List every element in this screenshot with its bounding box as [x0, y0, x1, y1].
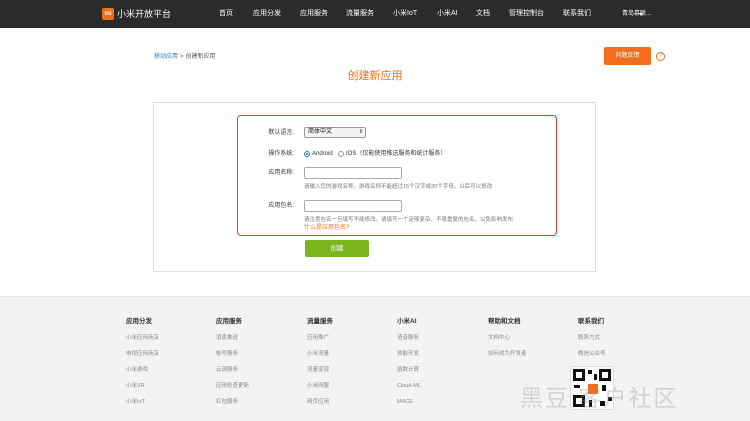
nav-app-distribution[interactable]: 应用分发	[253, 9, 281, 19]
footer-link[interactable]: 帐号服务	[216, 350, 249, 358]
os-option-android-label[interactable]: Android	[312, 150, 333, 158]
breadcrumb-separator: >	[180, 54, 184, 60]
os-label: 操作系统:	[268, 151, 294, 157]
footer-link[interactable]: 文档中心	[488, 334, 527, 342]
nav-xiaomi-iot[interactable]: 小米IoT	[393, 9, 417, 19]
package-help-link[interactable]: 什么是应用包名?	[304, 224, 349, 232]
footer-link[interactable]: 函数计算	[397, 366, 421, 374]
nav-traffic-services[interactable]: 流量服务	[346, 9, 374, 19]
nav-home[interactable]: 首页	[219, 9, 233, 19]
footer-col-title: 小米AI	[397, 318, 417, 325]
footer-col-traffic: 流量服务 应用推广 小米流量 流量变现 小米网盟 网页应用	[307, 318, 333, 406]
footer-col-title: 应用服务	[216, 318, 242, 325]
brand-title[interactable]: 小米开放平台	[117, 8, 171, 20]
footer-link[interactable]: 应用检查更新	[216, 382, 249, 390]
footer-link[interactable]: 应用推广	[307, 334, 333, 342]
footer-col-title: 帮助和文档	[488, 318, 521, 325]
os-radio-android[interactable]	[304, 151, 310, 157]
breadcrumb-parent-link[interactable]: 移动应用	[154, 54, 178, 60]
footer-link[interactable]: 如何成为开发者	[488, 350, 527, 358]
footer-link[interactable]: 小米应用商店	[126, 334, 159, 342]
create-button[interactable]: 创建	[305, 240, 369, 257]
footer-link[interactable]: 联系方式	[578, 334, 606, 342]
watermark-text: 黑豆 客户社区	[520, 385, 679, 411]
page-title: 创建新应用	[347, 70, 403, 82]
footer-link[interactable]: Cloud-ML	[397, 382, 421, 390]
app-name-label: 应用名称:	[268, 170, 294, 176]
breadcrumb: 移动应用 > 创建新应用	[154, 53, 216, 61]
footer-link[interactable]: 小米网盟	[307, 382, 333, 390]
footer-link[interactable]: MACE	[397, 398, 421, 406]
footer-col-title: 应用分发	[126, 318, 152, 325]
mi-logo-icon[interactable]: mi	[102, 8, 114, 20]
footer-link[interactable]: 小米IoT	[126, 398, 159, 406]
app-name-input[interactable]	[304, 167, 402, 179]
footer-link[interactable]: 流量变现	[307, 366, 333, 374]
select-arrows-icon: ⇕	[358, 129, 363, 135]
nav-app-services[interactable]: 应用服务	[300, 9, 328, 19]
user-menu[interactable]: 青岛慕联...	[622, 10, 651, 18]
footer-col-contact: 联系我们 联系方式 微信公众号	[578, 318, 606, 358]
footer-link[interactable]: 消息推送	[216, 334, 249, 342]
footer-link[interactable]: 云测服务	[216, 366, 249, 374]
nav-contact[interactable]: 联系我们	[563, 9, 591, 19]
app-name-hint: 请输入您的游戏名称。游戏名称不能超过15个汉字或30个字母。以后可以修改	[304, 184, 493, 190]
footer-link[interactable]: 网页应用	[307, 398, 333, 406]
footer-col-app-services: 应用服务 消息推送 帐号服务 云测服务 应用检查更新 红包服务	[216, 318, 249, 406]
footer-col-ai: 小米AI 语音服务 技能开发 函数计算 Cloud-ML MACE	[397, 318, 421, 406]
footer-col-help: 帮助和文档 文档中心 如何成为开发者	[488, 318, 527, 358]
os-radio-ios[interactable]	[338, 151, 344, 157]
footer-link[interactable]: 语音服务	[397, 334, 421, 342]
language-label: 默认语言:	[268, 130, 294, 136]
nav-docs[interactable]: 文档	[476, 9, 490, 19]
footer-link[interactable]: 技能开发	[397, 350, 421, 358]
footer-link[interactable]: 小米VR	[126, 382, 159, 390]
footer-link[interactable]: 电视应用商店	[126, 350, 159, 358]
language-select-value: 简体中文	[308, 129, 333, 135]
os-option-ios-label[interactable]: IOS（仅能使用推送服务和统计服务）	[346, 150, 446, 158]
nav-console[interactable]: 管理控制台	[509, 9, 544, 19]
help-icon[interactable]: ?	[656, 52, 665, 61]
package-hint: 请注意包名一旦填写不能修改。请填写一个足够复杂、不易重复的包名，以免影响发布	[304, 217, 514, 223]
footer-link[interactable]: 微信公众号	[578, 350, 606, 358]
breadcrumb-current: 创建新应用	[185, 54, 216, 60]
package-input[interactable]	[304, 200, 402, 212]
language-select[interactable]: 简体中文 ⇕	[304, 127, 366, 138]
footer-link[interactable]: 红包服务	[216, 398, 249, 406]
footer-col-title: 流量服务	[307, 318, 333, 325]
chevron-down-icon[interactable]	[639, 13, 643, 16]
footer-link[interactable]: 小米流量	[307, 350, 333, 358]
package-label: 应用包名:	[268, 203, 294, 209]
footer-col-distribution: 应用分发 小米应用商店 电视应用商店 小米游戏 小米VR 小米IoT	[126, 318, 159, 406]
footer-link[interactable]: 小米游戏	[126, 366, 159, 374]
footer-col-title: 联系我们	[578, 318, 604, 325]
nav-xiaomi-ai[interactable]: 小米AI	[437, 9, 458, 19]
feedback-button[interactable]: 问题反馈	[604, 47, 651, 65]
